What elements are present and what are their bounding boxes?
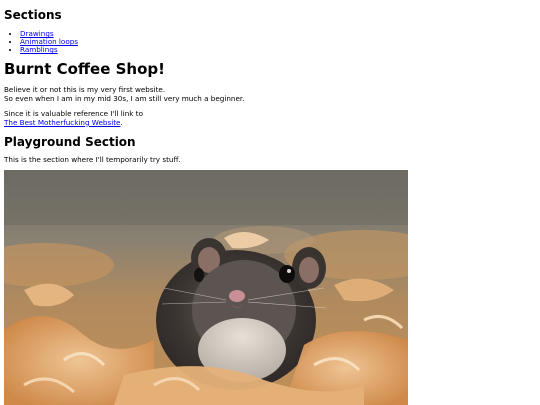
link-ramblings[interactable]: Ramblings (20, 45, 58, 54)
reference-paragraph: Since it is valuable reference I'll link… (4, 109, 534, 127)
reference-suffix: . (120, 117, 123, 127)
playground-description: This is the section where I'll temporari… (4, 155, 181, 165)
page-title: Burnt Coffee Shop! (4, 60, 165, 78)
intro-paragraph: Believe it or not this is my very first … (4, 85, 534, 103)
sections-heading: Sections (4, 8, 62, 22)
intro-line-2: So even when I am in my mid 30s, I am st… (4, 93, 245, 103)
hamster-image (4, 170, 408, 405)
list-item: Drawings (20, 30, 534, 38)
reference-link[interactable]: The Best Motherfucking Website (4, 118, 120, 127)
sections-list: Drawings Animation loops Ramblings (4, 30, 534, 54)
playground-heading: Playground Section (4, 135, 136, 150)
list-item: Ramblings (20, 46, 534, 54)
list-item: Animation loops (20, 38, 534, 46)
page-content: Sections Drawings Animation loops Rambli… (4, 0, 534, 165)
